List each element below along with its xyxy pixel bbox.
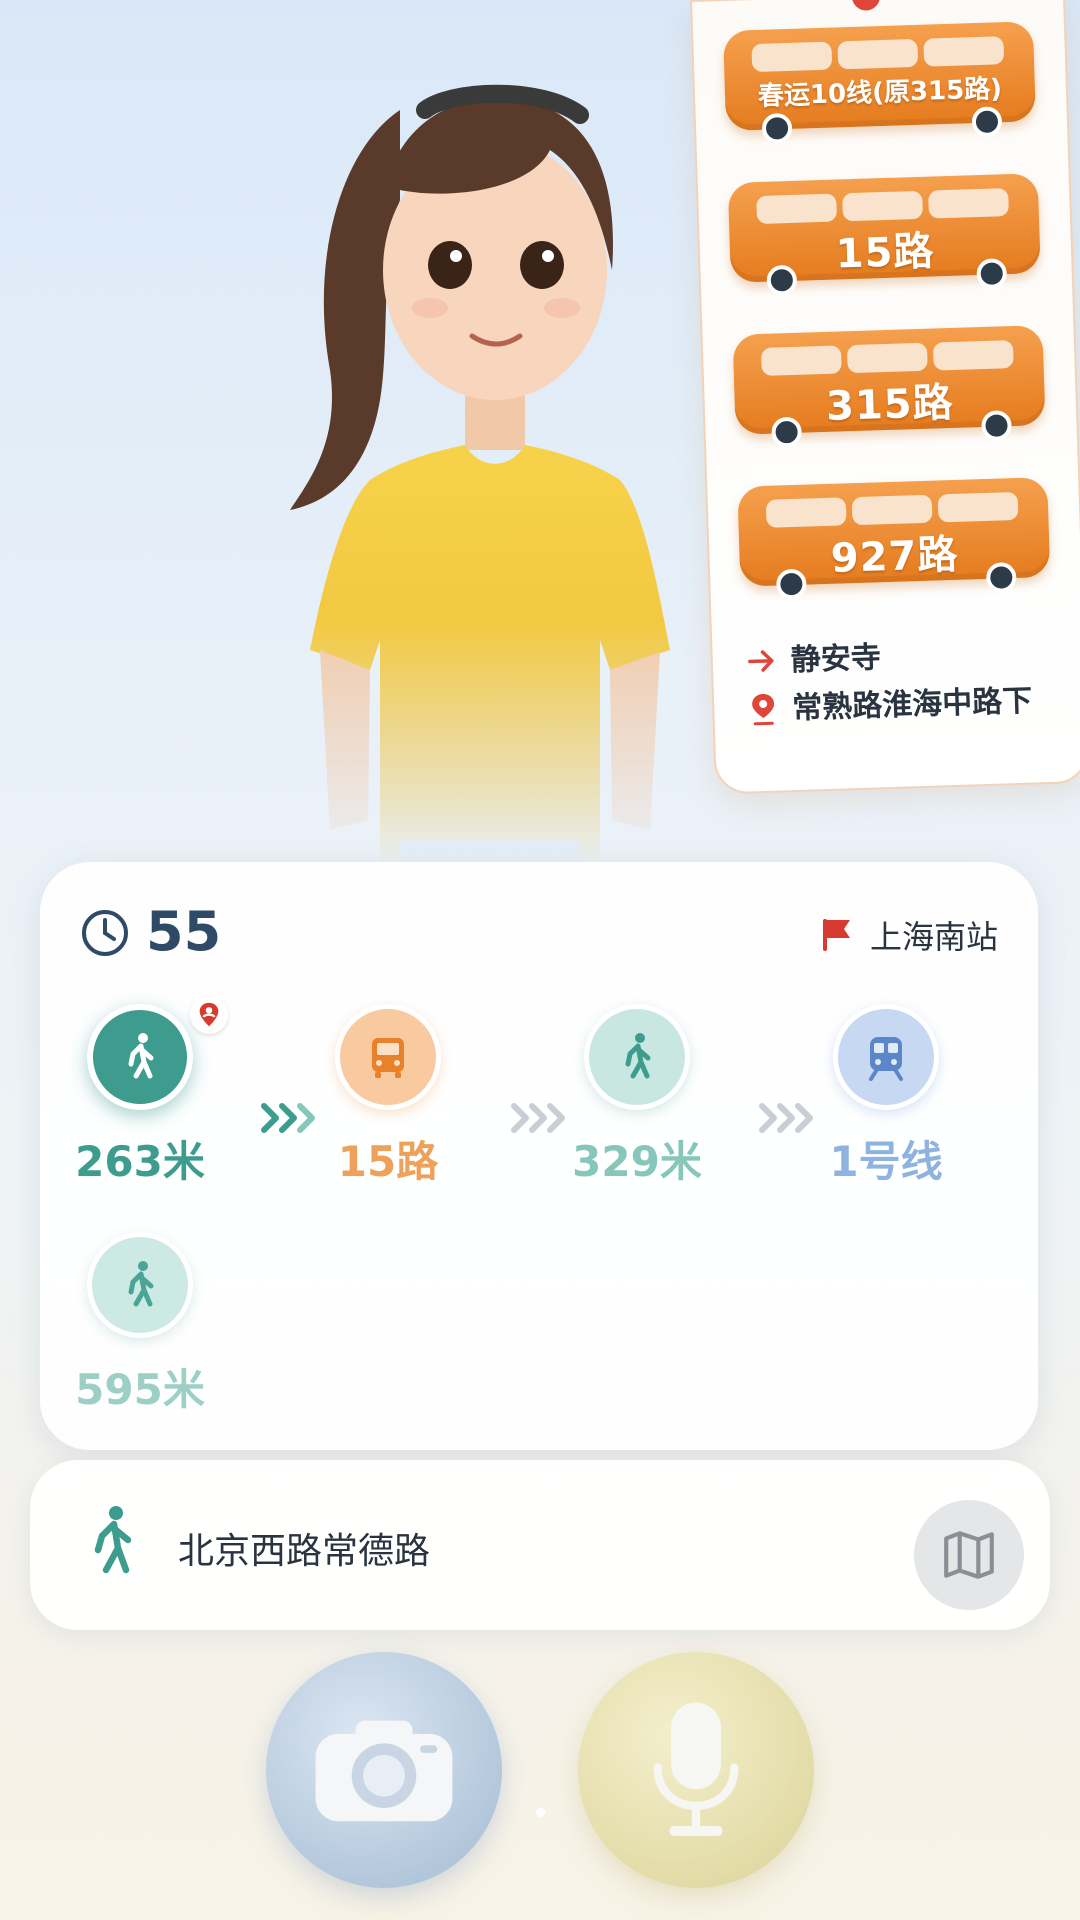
walking-person-icon bbox=[128, 1261, 154, 1307]
map-button[interactable] bbox=[914, 1500, 1024, 1610]
walking-person-icon bbox=[625, 1033, 651, 1079]
walk-step-circle bbox=[87, 1232, 193, 1338]
bus-routes-panel: 春运10线(原315路) 15路 315路 927路 静安寺 常熟路淮海中路下 bbox=[690, 0, 1080, 795]
bus-route-card[interactable]: 15路 bbox=[727, 173, 1041, 298]
route-summary-card[interactable]: 55 上海南站 263米 15路 329米 1号线 595米 bbox=[40, 862, 1038, 1450]
step-distance: 329米 bbox=[572, 1137, 702, 1186]
step-distance: 595米 bbox=[75, 1365, 205, 1414]
microphone-icon bbox=[653, 1702, 739, 1836]
direction-text: 静安寺 bbox=[790, 640, 882, 679]
bus-route-card[interactable]: 春运10线(原315路) bbox=[722, 21, 1036, 146]
microphone-button[interactable] bbox=[578, 1652, 814, 1888]
clock-icon bbox=[82, 910, 128, 956]
walk-step-circle bbox=[87, 1004, 193, 1110]
destination-name: 上海南站 bbox=[870, 918, 999, 956]
walking-person-icon bbox=[94, 1506, 132, 1574]
route-step-walk[interactable]: 263米 bbox=[40, 996, 240, 1186]
current-location-badge bbox=[190, 996, 228, 1034]
step-distance: 15路 bbox=[337, 1137, 439, 1186]
camera-icon bbox=[315, 1720, 453, 1822]
route-step-walk[interactable]: 595米 bbox=[40, 1232, 240, 1414]
step-distance: 263米 bbox=[75, 1137, 205, 1186]
stop-text: 常熟路淮海中路下 bbox=[791, 683, 1033, 727]
metro-step-circle bbox=[833, 1004, 939, 1110]
user-location-icon bbox=[199, 1002, 219, 1027]
walk-step-circle bbox=[584, 1004, 690, 1110]
map-icon bbox=[944, 1531, 994, 1579]
arrow-right-icon bbox=[748, 650, 774, 672]
bus-route-card[interactable]: 927路 bbox=[737, 477, 1051, 602]
flag-icon bbox=[823, 919, 850, 951]
location-pin-icon bbox=[752, 694, 775, 726]
panel-pin bbox=[851, 0, 881, 11]
current-location-bar[interactable]: 北京西路常德路 bbox=[30, 1460, 1050, 1630]
camera-button[interactable] bbox=[266, 1652, 502, 1888]
route-step-metro[interactable]: 1号线 bbox=[786, 1004, 986, 1186]
current-address: 北京西路常德路 bbox=[178, 1531, 431, 1572]
bus-step-circle bbox=[335, 1004, 441, 1110]
metro-train-icon bbox=[869, 1037, 903, 1081]
trip-duration: 55 bbox=[146, 900, 222, 963]
step-distance: 1号线 bbox=[829, 1137, 943, 1186]
bus-route-card[interactable]: 315路 bbox=[732, 325, 1046, 450]
page-indicator-dot bbox=[536, 1808, 545, 1817]
walking-person-icon bbox=[128, 1033, 154, 1079]
route-step-walk[interactable]: 329米 bbox=[537, 1004, 737, 1186]
bus-icon bbox=[372, 1038, 404, 1078]
route-step-bus[interactable]: 15路 bbox=[288, 1004, 488, 1186]
avatar-illustration bbox=[250, 40, 710, 870]
